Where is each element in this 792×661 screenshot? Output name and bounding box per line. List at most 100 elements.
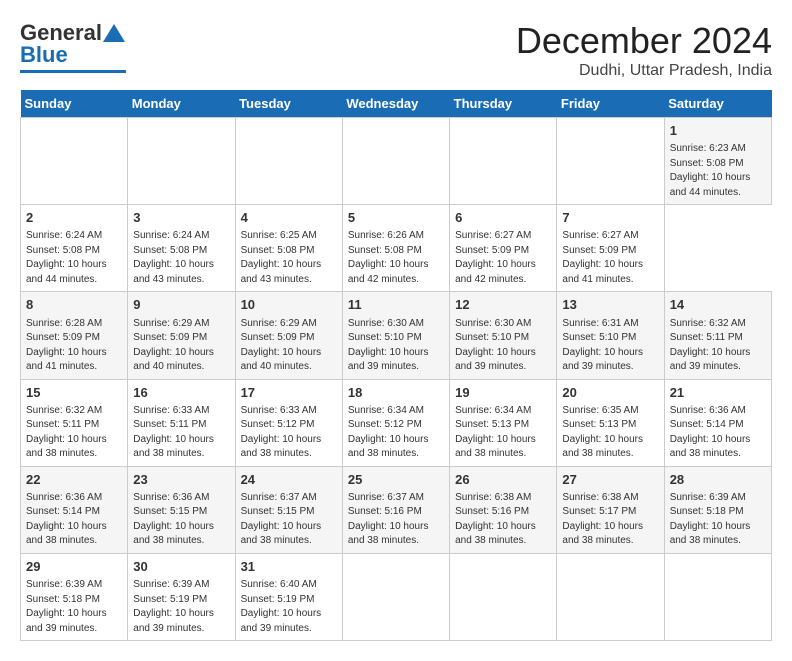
cell-info: Sunrise: 6:35 AM Sunset: 5:13 PM Dayligh… — [562, 404, 658, 462]
table-row: 4 Sunrise: 6:25 AM Sunset: 5:08 PM Dayli… — [235, 205, 342, 292]
table-row: 10 Sunrise: 6:29 AM Sunset: 5:09 PM Dayl… — [235, 292, 342, 379]
sunset-text: Sunset: 5:14 PM — [26, 506, 100, 517]
sunrise-text: Sunrise: 6:36 AM — [670, 405, 746, 416]
sunrise-text: Sunrise: 6:28 AM — [26, 318, 102, 329]
table-row: 16 Sunrise: 6:33 AM Sunset: 5:11 PM Dayl… — [128, 379, 235, 466]
table-row — [557, 553, 664, 640]
day-number: 17 — [241, 384, 337, 402]
table-row: 22 Sunrise: 6:36 AM Sunset: 5:14 PM Dayl… — [21, 466, 128, 553]
daylight-text: Daylight: 10 hours and 39 minutes. — [670, 347, 751, 373]
sunrise-text: Sunrise: 6:27 AM — [562, 230, 638, 241]
sunrise-text: Sunrise: 6:35 AM — [562, 405, 638, 416]
sunset-text: Sunset: 5:12 PM — [348, 419, 422, 430]
daylight-text: Daylight: 10 hours and 43 minutes. — [133, 259, 214, 285]
cell-info: Sunrise: 6:28 AM Sunset: 5:09 PM Dayligh… — [26, 317, 122, 375]
sunset-text: Sunset: 5:18 PM — [670, 506, 744, 517]
daylight-text: Daylight: 10 hours and 38 minutes. — [562, 521, 643, 547]
table-row: 28 Sunrise: 6:39 AM Sunset: 5:18 PM Dayl… — [664, 466, 771, 553]
table-row — [450, 118, 557, 205]
calendar-week-row: 1 Sunrise: 6:23 AM Sunset: 5:08 PM Dayli… — [21, 118, 772, 205]
day-number: 15 — [26, 384, 122, 402]
sunrise-text: Sunrise: 6:33 AM — [133, 405, 209, 416]
sunrise-text: Sunrise: 6:38 AM — [455, 492, 531, 503]
sunrise-text: Sunrise: 6:32 AM — [670, 318, 746, 329]
day-number: 20 — [562, 384, 658, 402]
day-number: 6 — [455, 209, 551, 227]
sunset-text: Sunset: 5:08 PM — [241, 245, 315, 256]
table-row: 19 Sunrise: 6:34 AM Sunset: 5:13 PM Dayl… — [450, 379, 557, 466]
day-number: 31 — [241, 558, 337, 576]
month-title: December 2024 — [516, 20, 772, 62]
table-row: 27 Sunrise: 6:38 AM Sunset: 5:17 PM Dayl… — [557, 466, 664, 553]
table-row: 12 Sunrise: 6:30 AM Sunset: 5:10 PM Dayl… — [450, 292, 557, 379]
sunset-text: Sunset: 5:11 PM — [26, 419, 99, 430]
cell-info: Sunrise: 6:32 AM Sunset: 5:11 PM Dayligh… — [26, 404, 122, 462]
logo-underline — [20, 70, 126, 73]
table-row: 3 Sunrise: 6:24 AM Sunset: 5:08 PM Dayli… — [128, 205, 235, 292]
cell-info: Sunrise: 6:27 AM Sunset: 5:09 PM Dayligh… — [455, 229, 551, 287]
sunrise-text: Sunrise: 6:27 AM — [455, 230, 531, 241]
title-area: December 2024 Dudhi, Uttar Pradesh, Indi… — [516, 20, 772, 80]
daylight-text: Daylight: 10 hours and 41 minutes. — [562, 259, 643, 285]
sunrise-text: Sunrise: 6:40 AM — [241, 579, 317, 590]
table-row: 21 Sunrise: 6:36 AM Sunset: 5:14 PM Dayl… — [664, 379, 771, 466]
table-row — [450, 553, 557, 640]
sunset-text: Sunset: 5:12 PM — [241, 419, 315, 430]
cell-info: Sunrise: 6:39 AM Sunset: 5:18 PM Dayligh… — [670, 491, 766, 549]
table-row: 18 Sunrise: 6:34 AM Sunset: 5:12 PM Dayl… — [342, 379, 449, 466]
cell-info: Sunrise: 6:30 AM Sunset: 5:10 PM Dayligh… — [455, 317, 551, 375]
calendar-week-row: 29 Sunrise: 6:39 AM Sunset: 5:18 PM Dayl… — [21, 553, 772, 640]
daylight-text: Daylight: 10 hours and 38 minutes. — [670, 521, 751, 547]
day-number: 22 — [26, 471, 122, 489]
logo: General Blue — [20, 20, 126, 73]
calendar-week-row: 15 Sunrise: 6:32 AM Sunset: 5:11 PM Dayl… — [21, 379, 772, 466]
table-row: 31 Sunrise: 6:40 AM Sunset: 5:19 PM Dayl… — [235, 553, 342, 640]
daylight-text: Daylight: 10 hours and 38 minutes. — [348, 434, 429, 460]
sunrise-text: Sunrise: 6:23 AM — [670, 143, 746, 154]
daylight-text: Daylight: 10 hours and 38 minutes. — [562, 434, 643, 460]
cell-info: Sunrise: 6:24 AM Sunset: 5:08 PM Dayligh… — [26, 229, 122, 287]
table-row — [664, 553, 771, 640]
cell-info: Sunrise: 6:34 AM Sunset: 5:13 PM Dayligh… — [455, 404, 551, 462]
sunset-text: Sunset: 5:09 PM — [133, 332, 207, 343]
sunrise-text: Sunrise: 6:37 AM — [241, 492, 317, 503]
table-row: 25 Sunrise: 6:37 AM Sunset: 5:16 PM Dayl… — [342, 466, 449, 553]
cell-info: Sunrise: 6:36 AM Sunset: 5:14 PM Dayligh… — [670, 404, 766, 462]
daylight-text: Daylight: 10 hours and 41 minutes. — [26, 347, 107, 373]
daylight-text: Daylight: 10 hours and 38 minutes. — [670, 434, 751, 460]
sunset-text: Sunset: 5:09 PM — [455, 245, 529, 256]
sunrise-text: Sunrise: 6:39 AM — [26, 579, 102, 590]
daylight-text: Daylight: 10 hours and 38 minutes. — [455, 521, 536, 547]
table-row — [557, 118, 664, 205]
header-wednesday: Wednesday — [342, 90, 449, 118]
calendar-table: Sunday Monday Tuesday Wednesday Thursday… — [20, 90, 772, 641]
cell-info: Sunrise: 6:36 AM Sunset: 5:14 PM Dayligh… — [26, 491, 122, 549]
header-saturday: Saturday — [664, 90, 771, 118]
day-number: 23 — [133, 471, 229, 489]
sunrise-text: Sunrise: 6:31 AM — [562, 318, 638, 329]
sunset-text: Sunset: 5:11 PM — [670, 332, 743, 343]
daylight-text: Daylight: 10 hours and 38 minutes. — [133, 521, 214, 547]
calendar-week-row: 22 Sunrise: 6:36 AM Sunset: 5:14 PM Dayl… — [21, 466, 772, 553]
sunset-text: Sunset: 5:13 PM — [562, 419, 636, 430]
daylight-text: Daylight: 10 hours and 42 minutes. — [455, 259, 536, 285]
day-number: 28 — [670, 471, 766, 489]
day-number: 5 — [348, 209, 444, 227]
table-row: 15 Sunrise: 6:32 AM Sunset: 5:11 PM Dayl… — [21, 379, 128, 466]
table-row: 20 Sunrise: 6:35 AM Sunset: 5:13 PM Dayl… — [557, 379, 664, 466]
day-number: 12 — [455, 296, 551, 314]
sunset-text: Sunset: 5:08 PM — [26, 245, 100, 256]
table-row: 23 Sunrise: 6:36 AM Sunset: 5:15 PM Dayl… — [128, 466, 235, 553]
header-friday: Friday — [557, 90, 664, 118]
header-monday: Monday — [128, 90, 235, 118]
table-row — [21, 118, 128, 205]
sunrise-text: Sunrise: 6:30 AM — [348, 318, 424, 329]
cell-info: Sunrise: 6:33 AM Sunset: 5:11 PM Dayligh… — [133, 404, 229, 462]
sunrise-text: Sunrise: 6:24 AM — [26, 230, 102, 241]
table-row: 5 Sunrise: 6:26 AM Sunset: 5:08 PM Dayli… — [342, 205, 449, 292]
sunrise-text: Sunrise: 6:33 AM — [241, 405, 317, 416]
daylight-text: Daylight: 10 hours and 39 minutes. — [348, 347, 429, 373]
sunrise-text: Sunrise: 6:36 AM — [26, 492, 102, 503]
sunset-text: Sunset: 5:09 PM — [562, 245, 636, 256]
daylight-text: Daylight: 10 hours and 38 minutes. — [26, 434, 107, 460]
